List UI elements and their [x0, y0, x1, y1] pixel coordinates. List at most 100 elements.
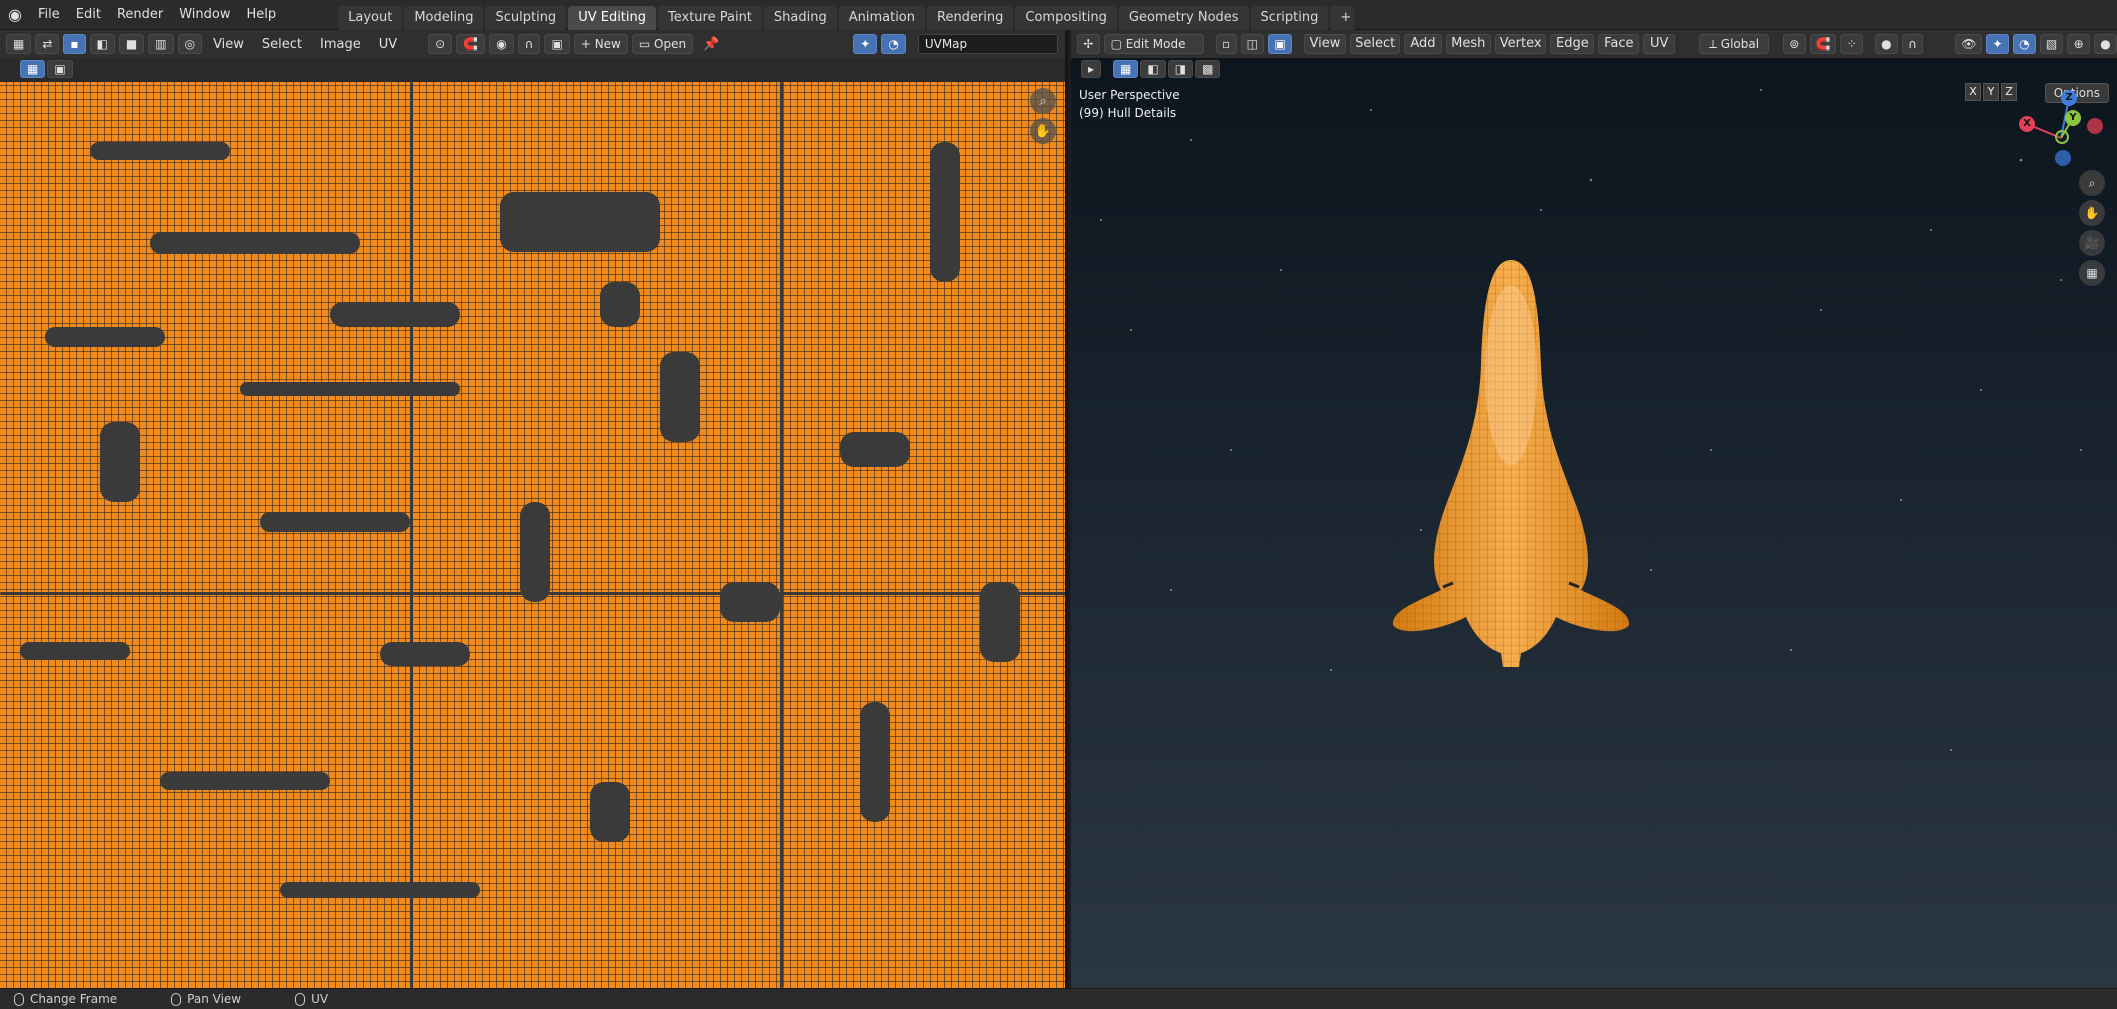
uv-menu-view[interactable]: View: [206, 37, 251, 52]
uv-menu-select[interactable]: Select: [255, 37, 309, 52]
uvmap-field[interactable]: UVMap: [917, 34, 1058, 54]
gizmo-toggle-icon[interactable]: ✦: [853, 34, 878, 54]
menu-file[interactable]: File: [30, 0, 68, 30]
tab-geometry-nodes[interactable]: Geometry Nodes: [1118, 5, 1249, 30]
uv-editor-pane: ▦ ⇄ ▪ ◧ ■ ▥ ◎ View Select Image UV ⊙ 🧲 ◉…: [0, 30, 1068, 988]
gizmo-x-icon[interactable]: X: [2019, 116, 2035, 132]
snap-toggle-icon[interactable]: 🧲: [1809, 34, 1837, 54]
select-extend-icon[interactable]: ◧: [1140, 60, 1166, 78]
shading-wire-icon[interactable]: ⊕: [2067, 34, 2090, 54]
sticky-select-icon[interactable]: ◎: [177, 34, 203, 54]
vp-menu-mesh[interactable]: Mesh: [1445, 34, 1491, 54]
proportional-icon[interactable]: ●: [1874, 34, 1898, 54]
tab-sculpting[interactable]: Sculpting: [485, 5, 567, 30]
uv-island-gap: [90, 142, 230, 160]
select-mode-icon[interactable]: ▣: [47, 60, 73, 78]
orientation-icon: ⟂: [1708, 37, 1721, 51]
select-intersect-icon[interactable]: ▩: [1195, 60, 1221, 78]
select-box-icon[interactable]: ▦: [20, 60, 46, 78]
select-new-icon[interactable]: ▦: [1113, 60, 1139, 78]
tab-scripting[interactable]: Scripting: [1250, 5, 1329, 30]
vp-menu-face[interactable]: Face: [1598, 34, 1640, 54]
tab-modeling[interactable]: Modeling: [404, 5, 484, 30]
vp-menu-edge[interactable]: Edge: [1550, 34, 1595, 54]
tab-rendering[interactable]: Rendering: [927, 5, 1014, 30]
uv-menu-image[interactable]: Image: [313, 37, 368, 52]
pan-hand-icon[interactable]: ✋: [1030, 118, 1056, 144]
tab-uv-editing[interactable]: UV Editing: [568, 5, 657, 30]
editor-type-icon[interactable]: ▦: [6, 34, 32, 54]
vp-menu-add[interactable]: Add: [1404, 34, 1442, 54]
tab-shading[interactable]: Shading: [763, 5, 837, 30]
sync-selection-icon[interactable]: ⇄: [35, 34, 60, 54]
vp-pan-icon[interactable]: ✋: [2079, 200, 2105, 226]
plus-icon: +: [580, 37, 595, 51]
menu-render[interactable]: Render: [109, 0, 171, 30]
new-image-button[interactable]: + New: [573, 34, 628, 54]
island-select-icon[interactable]: ▥: [148, 34, 174, 54]
menu-edit[interactable]: Edit: [68, 0, 109, 30]
add-workspace-button[interactable]: +: [1330, 5, 1355, 30]
blender-logo-icon[interactable]: ◉: [0, 0, 30, 30]
uv-layout-canvas[interactable]: [0, 82, 1065, 988]
proportional-edit-icon[interactable]: ◉: [489, 34, 514, 54]
zoom-icon[interactable]: ⌕: [1030, 88, 1056, 114]
vp-gizmo-toggle-icon[interactable]: ✦: [1986, 34, 2009, 54]
camera-icon[interactable]: 🎥: [2079, 230, 2105, 256]
mirror-z-toggle[interactable]: Z: [2001, 83, 2017, 101]
shading-solid-icon[interactable]: ●: [2093, 34, 2117, 54]
editor-type-3d-icon[interactable]: ✢: [1077, 34, 1100, 54]
status-pan-view: Pan View: [171, 992, 241, 1006]
mode-dropdown[interactable]: ▢ Edit Mode: [1103, 34, 1204, 54]
vp-menu-select[interactable]: Select: [1350, 34, 1401, 54]
folder-icon: ▭: [638, 37, 655, 51]
mirror-x-toggle[interactable]: X: [1965, 83, 1981, 101]
overlay-toggle-icon[interactable]: ◔: [881, 34, 906, 54]
gizmo-y-icon[interactable]: Y: [2065, 110, 2081, 126]
tab-animation[interactable]: Animation: [838, 5, 925, 30]
pivot-point-icon[interactable]: ⊚: [1783, 34, 1806, 54]
falloff-curve-icon[interactable]: ∩: [1901, 34, 1924, 54]
face-mode-icon[interactable]: ▣: [1268, 34, 1292, 54]
vp-zoom-icon[interactable]: ⌕: [2079, 170, 2105, 196]
perspective-grid-icon[interactable]: ▦: [2079, 260, 2105, 286]
vp-menu-uv[interactable]: UV: [1643, 34, 1676, 54]
visibility-icon[interactable]: 👁: [1955, 34, 1983, 54]
mirror-y-toggle[interactable]: Y: [1983, 83, 1999, 101]
vp-overlay-toggle-icon[interactable]: ◔: [2012, 34, 2036, 54]
viewport-header: ✢ ▢ Edit Mode ▫ ◫ ▣ View Select Add Mesh…: [1071, 30, 2117, 58]
gizmo-neg-z-icon[interactable]: [2055, 150, 2071, 166]
orientation-dropdown[interactable]: ⟂ Global: [1699, 34, 1770, 54]
xray-icon[interactable]: ▧: [2039, 34, 2064, 54]
vertex-mode-icon[interactable]: ▫: [1215, 34, 1237, 54]
tab-compositing[interactable]: Compositing: [1015, 5, 1117, 30]
tab-texture-paint[interactable]: Texture Paint: [658, 5, 762, 30]
snap-target-icon[interactable]: ⁘: [1840, 34, 1863, 54]
pivot-icon[interactable]: ⊙: [428, 34, 453, 54]
uv-menu-uv[interactable]: UV: [372, 37, 404, 52]
gizmo-neg-y-icon[interactable]: [2055, 130, 2069, 144]
image-browse-icon[interactable]: ▣: [544, 34, 570, 54]
edge-select-icon[interactable]: ◧: [89, 34, 115, 54]
menu-help[interactable]: Help: [239, 0, 285, 30]
3d-viewport-pane[interactable]: ✢ ▢ Edit Mode ▫ ◫ ▣ View Select Add Mesh…: [1071, 30, 2117, 988]
uv-island-gap: [20, 642, 130, 660]
hull-mesh[interactable]: [1391, 245, 1631, 685]
select-subtract-icon[interactable]: ◨: [1167, 60, 1194, 78]
face-select-icon[interactable]: ■: [118, 34, 145, 54]
edge-mode-icon[interactable]: ◫: [1240, 34, 1265, 54]
gizmo-z-icon[interactable]: Z: [2061, 90, 2077, 106]
menu-window[interactable]: Window: [171, 0, 238, 30]
vertex-select-icon[interactable]: ▪: [63, 34, 86, 54]
vp-menu-view[interactable]: View: [1303, 34, 1347, 54]
falloff-icon[interactable]: ∩: [517, 34, 541, 54]
pin-icon[interactable]: 📌: [703, 37, 719, 52]
snap-icon[interactable]: 🧲: [456, 34, 486, 54]
viewport-tool-subheader: ▸ ▦ ◧ ◨ ▩: [1071, 58, 2117, 80]
gizmo-neg-x-icon[interactable]: [2087, 118, 2103, 134]
tab-layout[interactable]: Layout: [338, 5, 403, 30]
vp-menu-vertex[interactable]: Vertex: [1494, 34, 1547, 54]
tool-select-icon[interactable]: ▸: [1081, 60, 1102, 78]
open-image-button[interactable]: ▭ Open: [631, 34, 694, 54]
uv-island-gap: [840, 432, 910, 467]
